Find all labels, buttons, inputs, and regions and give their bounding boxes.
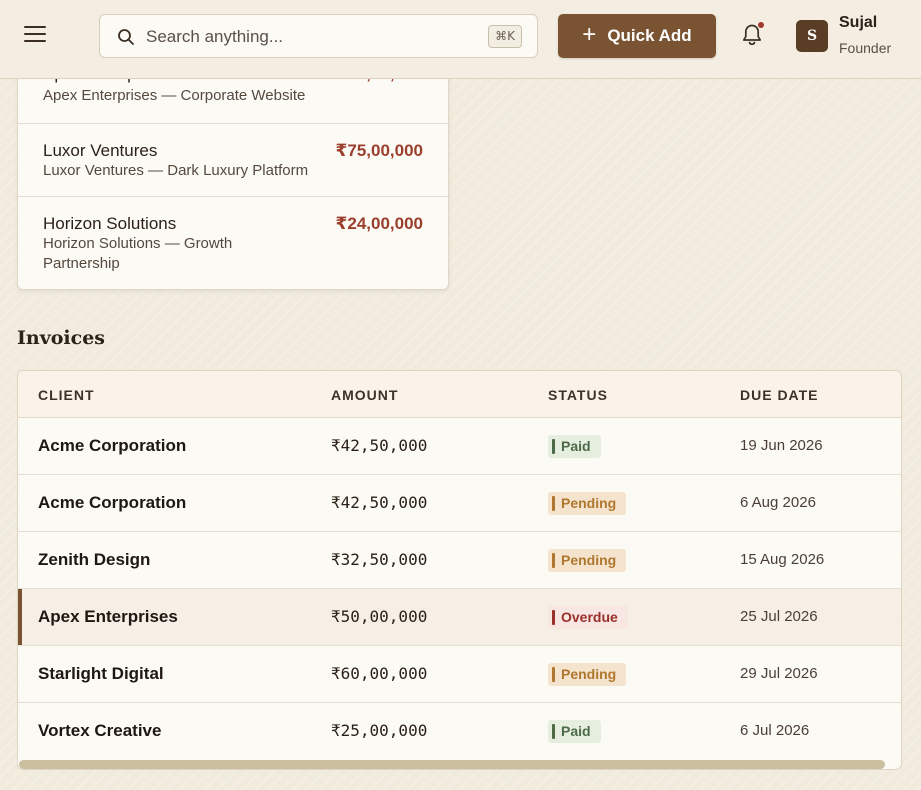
column-header-client[interactable]: CLIENT <box>38 387 95 403</box>
invoice-amount: ₹50,00,000 <box>331 607 428 626</box>
status-badge: Pending <box>548 549 627 572</box>
invoice-amount: ₹42,50,000 <box>331 436 428 455</box>
deal-description: Luxor Ventures — Dark Luxury Platform <box>43 162 309 179</box>
deal-description: Horizon Solutions — Growth Partnership <box>43 235 233 272</box>
plus-icon: + <box>582 21 597 48</box>
column-header-due-date[interactable]: DUE DATE <box>740 387 819 403</box>
table-row[interactable]: Acme Corporation ₹42,50,000 Pending 6 Au… <box>18 475 901 532</box>
status-badge: Paid <box>548 435 601 458</box>
user-name: Sujal <box>839 14 878 31</box>
table-row[interactable]: Vortex Creative ₹25,00,000 Paid 6 Jul 20… <box>18 703 901 760</box>
invoice-client: Vortex Creative <box>38 721 162 740</box>
hamburger-menu-icon[interactable] <box>24 26 46 46</box>
table-row[interactable]: Apex Enterprises ₹50,00,000 Overdue 25 J… <box>18 589 901 646</box>
user-role: Founder <box>839 40 892 56</box>
quick-add-label: Quick Add <box>607 26 692 45</box>
status-badge: Paid <box>548 720 601 743</box>
column-header-amount[interactable]: AMOUNT <box>331 387 398 403</box>
search-icon <box>118 29 134 45</box>
table-header: CLIENT AMOUNT STATUS DUE DATE <box>18 371 901 418</box>
invoice-due-date: 6 Aug 2026 <box>740 494 816 511</box>
invoice-due-date: 29 Jul 2026 <box>740 665 818 682</box>
invoice-client: Acme Corporation <box>38 493 187 512</box>
top-bar: ⌘K + Quick Add S Sujal Founder <box>0 0 921 79</box>
table-row[interactable]: Zenith Design ₹32,50,000 Pending 15 Aug … <box>18 532 901 589</box>
invoices-table: CLIENT AMOUNT STATUS DUE DATE Acme Corpo… <box>17 370 902 770</box>
invoice-client: Acme Corporation <box>38 436 187 455</box>
avatar[interactable]: S <box>796 20 828 52</box>
deal-item[interactable]: Luxor Ventures ₹75,00,000 Luxor Ventures… <box>18 123 448 196</box>
deal-amount: ₹24,00,000 <box>335 214 423 233</box>
quick-add-button[interactable]: + Quick Add <box>558 14 716 58</box>
search-box[interactable]: ⌘K <box>99 14 538 58</box>
deal-client-name: Horizon Solutions <box>43 214 177 233</box>
status-badge: Pending <box>548 492 627 515</box>
status-badge: Pending <box>548 663 627 686</box>
invoice-client: Zenith Design <box>38 550 151 569</box>
deal-item[interactable]: Horizon Solutions ₹24,00,000 Horizon Sol… <box>18 196 448 289</box>
invoices-section-title: Invoices <box>17 327 105 349</box>
invoice-due-date: 25 Jul 2026 <box>740 608 818 625</box>
invoice-amount: ₹25,00,000 <box>331 721 428 740</box>
invoice-client: Apex Enterprises <box>38 607 178 626</box>
invoice-due-date: 19 Jun 2026 <box>740 437 823 454</box>
deal-description: Apex Enterprises — Corporate Website <box>43 87 306 104</box>
invoice-client: Starlight Digital <box>38 664 164 683</box>
invoice-amount: ₹60,00,000 <box>331 664 428 683</box>
invoice-due-date: 15 Aug 2026 <box>740 551 825 568</box>
status-badge: Overdue <box>548 606 628 629</box>
invoice-amount: ₹32,50,000 <box>331 550 428 569</box>
search-input[interactable] <box>146 25 466 49</box>
horizontal-scrollbar[interactable] <box>19 760 885 769</box>
column-header-status[interactable]: STATUS <box>548 387 608 403</box>
invoice-due-date: 6 Jul 2026 <box>740 722 810 739</box>
deal-amount: ₹75,00,000 <box>335 141 423 160</box>
deal-client-name: Luxor Ventures <box>43 141 158 160</box>
table-row[interactable]: Acme Corporation ₹42,50,000 Paid 19 Jun … <box>18 418 901 475</box>
table-row[interactable]: Starlight Digital ₹60,00,000 Pending 29 … <box>18 646 901 703</box>
invoice-amount: ₹42,50,000 <box>331 493 428 512</box>
notification-dot <box>757 21 765 29</box>
keyboard-shortcut-badge: ⌘K <box>488 25 522 48</box>
